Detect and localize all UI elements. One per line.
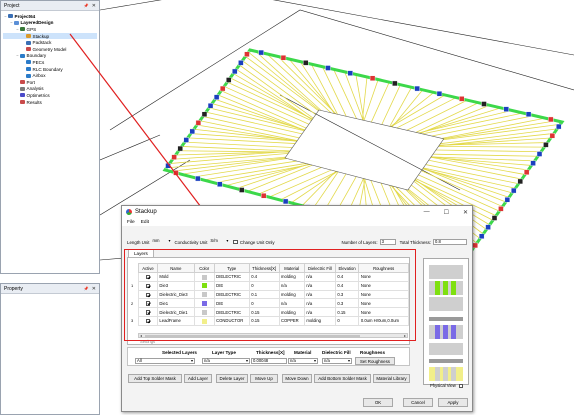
highlight-box xyxy=(124,249,416,341)
dielectric-fill-select[interactable]: n/a xyxy=(322,358,352,364)
change-unit-only-checkbox[interactable] xyxy=(233,239,238,245)
num-layers-label: Number of Layers: xyxy=(341,239,378,245)
preview-die-bar xyxy=(443,367,448,381)
conductivity-unit-select[interactable]: S/m xyxy=(209,239,229,245)
preview-die-bar xyxy=(443,325,448,339)
material-label: Material xyxy=(294,350,312,355)
physical-view-row: Physical View xyxy=(430,383,464,389)
menu-file[interactable]: File xyxy=(127,220,135,225)
physical-view-preview xyxy=(423,258,469,385)
num-layers-field[interactable]: 3 xyxy=(379,239,396,245)
preview-die-bar xyxy=(451,367,456,381)
layer-settings-bar: Selected Layers All Layer Type n/a Thick… xyxy=(127,347,410,366)
preview-die-bar xyxy=(435,325,440,339)
add-top-solder-mask-button[interactable]: Add Top Solder Mask xyxy=(128,374,182,383)
dialog-menubar: File Edit xyxy=(122,218,472,226)
selected-layers-select[interactable]: All xyxy=(135,358,195,364)
dialog-titlebar[interactable]: Stackup — ☐ ✕ xyxy=(122,206,472,218)
length-unit-label: Length Unit xyxy=(127,239,150,245)
roughness-label: Roughness xyxy=(360,350,386,355)
material-library-button[interactable]: Material Library xyxy=(373,374,410,383)
preview-die-bar xyxy=(435,367,440,381)
thickness-field[interactable]: 0.00048 xyxy=(251,358,287,364)
preview-layer-band xyxy=(429,359,463,363)
change-unit-only-label: Change Unit Only xyxy=(239,239,275,245)
set-roughness-button[interactable]: Set Roughness xyxy=(355,357,395,365)
delete-layer-button[interactable]: Delete Layer xyxy=(216,374,248,383)
maximize-icon[interactable]: ☐ xyxy=(444,209,449,216)
move-down-button[interactable]: Move Down xyxy=(282,374,312,383)
ok-button[interactable]: OK xyxy=(363,398,393,407)
minimize-icon[interactable]: — xyxy=(424,209,430,216)
length-unit-select[interactable]: mm xyxy=(151,239,171,245)
move-up-button[interactable]: Move Up xyxy=(250,374,278,383)
material-select[interactable]: n/a xyxy=(288,358,318,364)
menu-edit[interactable]: Edit xyxy=(141,220,149,225)
dielectric-fill-label: Dielectric Fill xyxy=(322,350,351,355)
total-thickness-field: 0.8 xyxy=(433,239,467,245)
preview-die-bar xyxy=(451,325,456,339)
unit-options-row: Length Unit mm Conductivity Unit S/m Cha… xyxy=(127,238,467,246)
preview-die-bar xyxy=(443,281,448,295)
total-thickness-label: Total Thickness: xyxy=(399,239,431,245)
stackup-app-icon xyxy=(126,209,132,215)
apply-button[interactable]: Apply xyxy=(438,398,468,407)
preview-layer-band xyxy=(429,317,463,321)
preview-layer-band xyxy=(429,297,463,311)
thickness-label: Thickness[X] xyxy=(256,350,285,355)
preview-layer-band xyxy=(429,343,463,355)
add-layer-button[interactable]: Add Layer xyxy=(184,374,212,383)
close-icon[interactable]: ✕ xyxy=(463,209,468,216)
preview-layer-band xyxy=(429,265,463,279)
preview-die-bar xyxy=(435,281,440,295)
cancel-button[interactable]: Cancel xyxy=(403,398,433,407)
physical-view-label: Physical View xyxy=(430,383,456,388)
layer-type-select[interactable]: n/a xyxy=(202,358,250,364)
selected-layers-label: Selected Layers xyxy=(162,350,197,355)
physical-view-checkbox[interactable] xyxy=(458,383,464,389)
dialog-title: Stackup xyxy=(135,209,157,215)
preview-die-bar xyxy=(451,281,456,295)
conductivity-unit-label: Conductivity Unit xyxy=(174,239,208,245)
layer-type-label: Layer Type xyxy=(212,350,236,355)
add-bottom-solder-mask-button[interactable]: Add Bottom Solder Mask xyxy=(314,374,371,383)
